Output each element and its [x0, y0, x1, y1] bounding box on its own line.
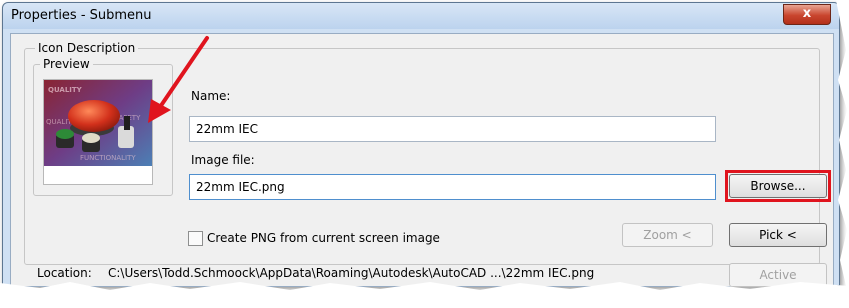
torn-edge: [0, 0, 849, 308]
